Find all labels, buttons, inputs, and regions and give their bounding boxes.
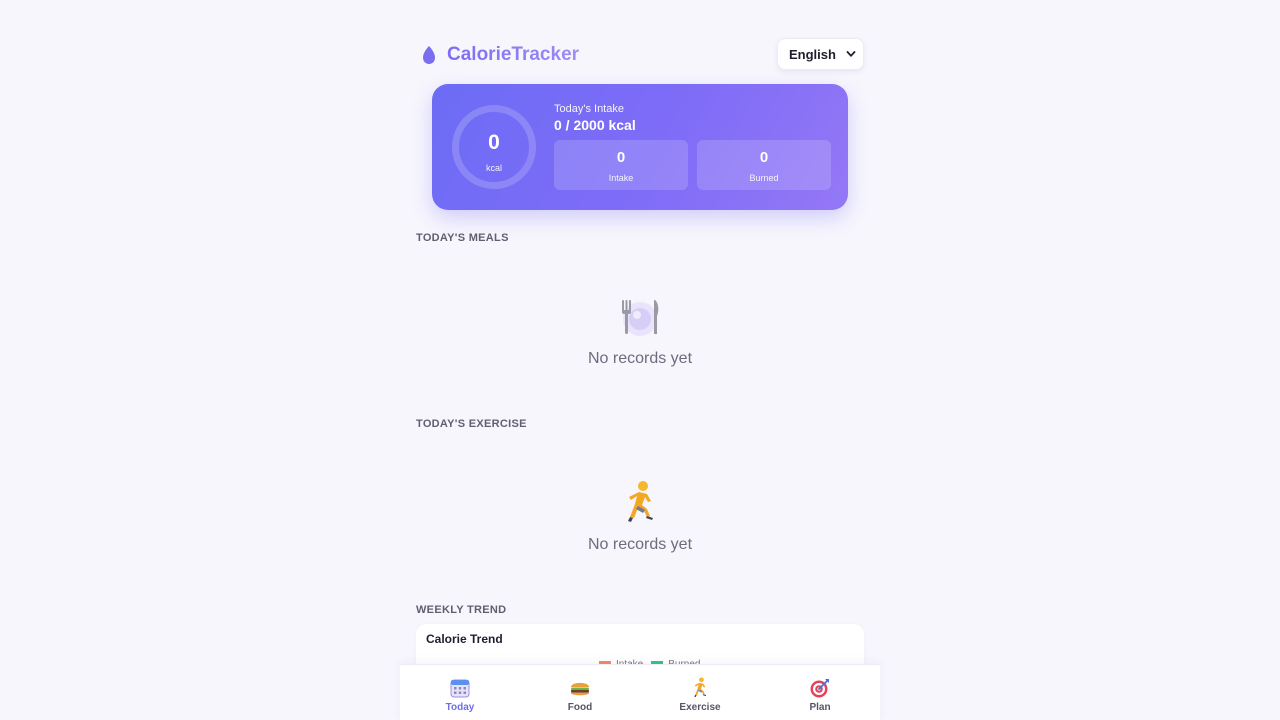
target-icon (810, 679, 829, 698)
running-person-icon (628, 481, 653, 522)
ring-value: 0 (488, 131, 500, 154)
calendar-icon (450, 679, 470, 698)
meals-section-title: Today's Meals (416, 232, 509, 244)
meals-empty-text: No records yet (587, 350, 693, 367)
flame-icon (423, 46, 435, 64)
nav-label-plan: Plan (809, 702, 831, 713)
exercise-empty-text: No records yet (587, 536, 693, 553)
nav-label-exercise: Exercise (679, 702, 721, 713)
logo: CalorieTracker (420, 44, 579, 66)
intake-label: Today's Intake (554, 103, 624, 115)
bottom-nav: Today Food Exercise Plan (400, 664, 880, 720)
daily-summary-card: 0 kcal Today's Intake 0 / 2000 kcal 0 In… (432, 84, 848, 210)
trend-card-title: Calorie Trend (426, 632, 503, 646)
exercise-section-title: Today's Exercise (416, 418, 527, 430)
intake-value: 0 / 2000 kcal (554, 117, 636, 133)
nav-label-today: Today (445, 702, 475, 713)
language-select-value: English (789, 46, 836, 62)
intake-stat-box: 0 Intake (554, 140, 688, 190)
burned-stat-label: Burned (749, 173, 779, 183)
app-name: CalorieTracker (447, 44, 580, 65)
nav-item-exercise[interactable]: Exercise (640, 665, 760, 720)
language-select[interactable]: English (777, 38, 864, 70)
nav-item-food[interactable]: Food (520, 665, 640, 720)
nav-item-plan[interactable]: Plan (760, 665, 880, 720)
trend-section-title: Weekly Trend (416, 604, 507, 616)
plate-fork-knife-icon (622, 300, 659, 336)
exercise-empty-state: No records yet (400, 480, 880, 554)
header: CalorieTracker English (416, 36, 864, 72)
nav-item-today[interactable]: Today (400, 665, 520, 720)
app-container: CalorieTracker English 0 kcal Today's In… (400, 0, 880, 720)
burned-stat-value: 0 (759, 149, 769, 166)
ring-unit: kcal (485, 163, 502, 173)
intake-stat-value: 0 (616, 149, 626, 166)
calorie-ring: 0 kcal (452, 105, 536, 189)
meals-empty-state: No records yet (400, 296, 880, 368)
nav-label-food: Food (567, 702, 593, 713)
running-person-icon (694, 677, 707, 698)
burned-stat-box: 0 Burned (697, 140, 831, 190)
burger-icon (571, 682, 589, 696)
intake-stat-label: Intake (608, 173, 634, 183)
chevron-down-icon (846, 51, 856, 57)
